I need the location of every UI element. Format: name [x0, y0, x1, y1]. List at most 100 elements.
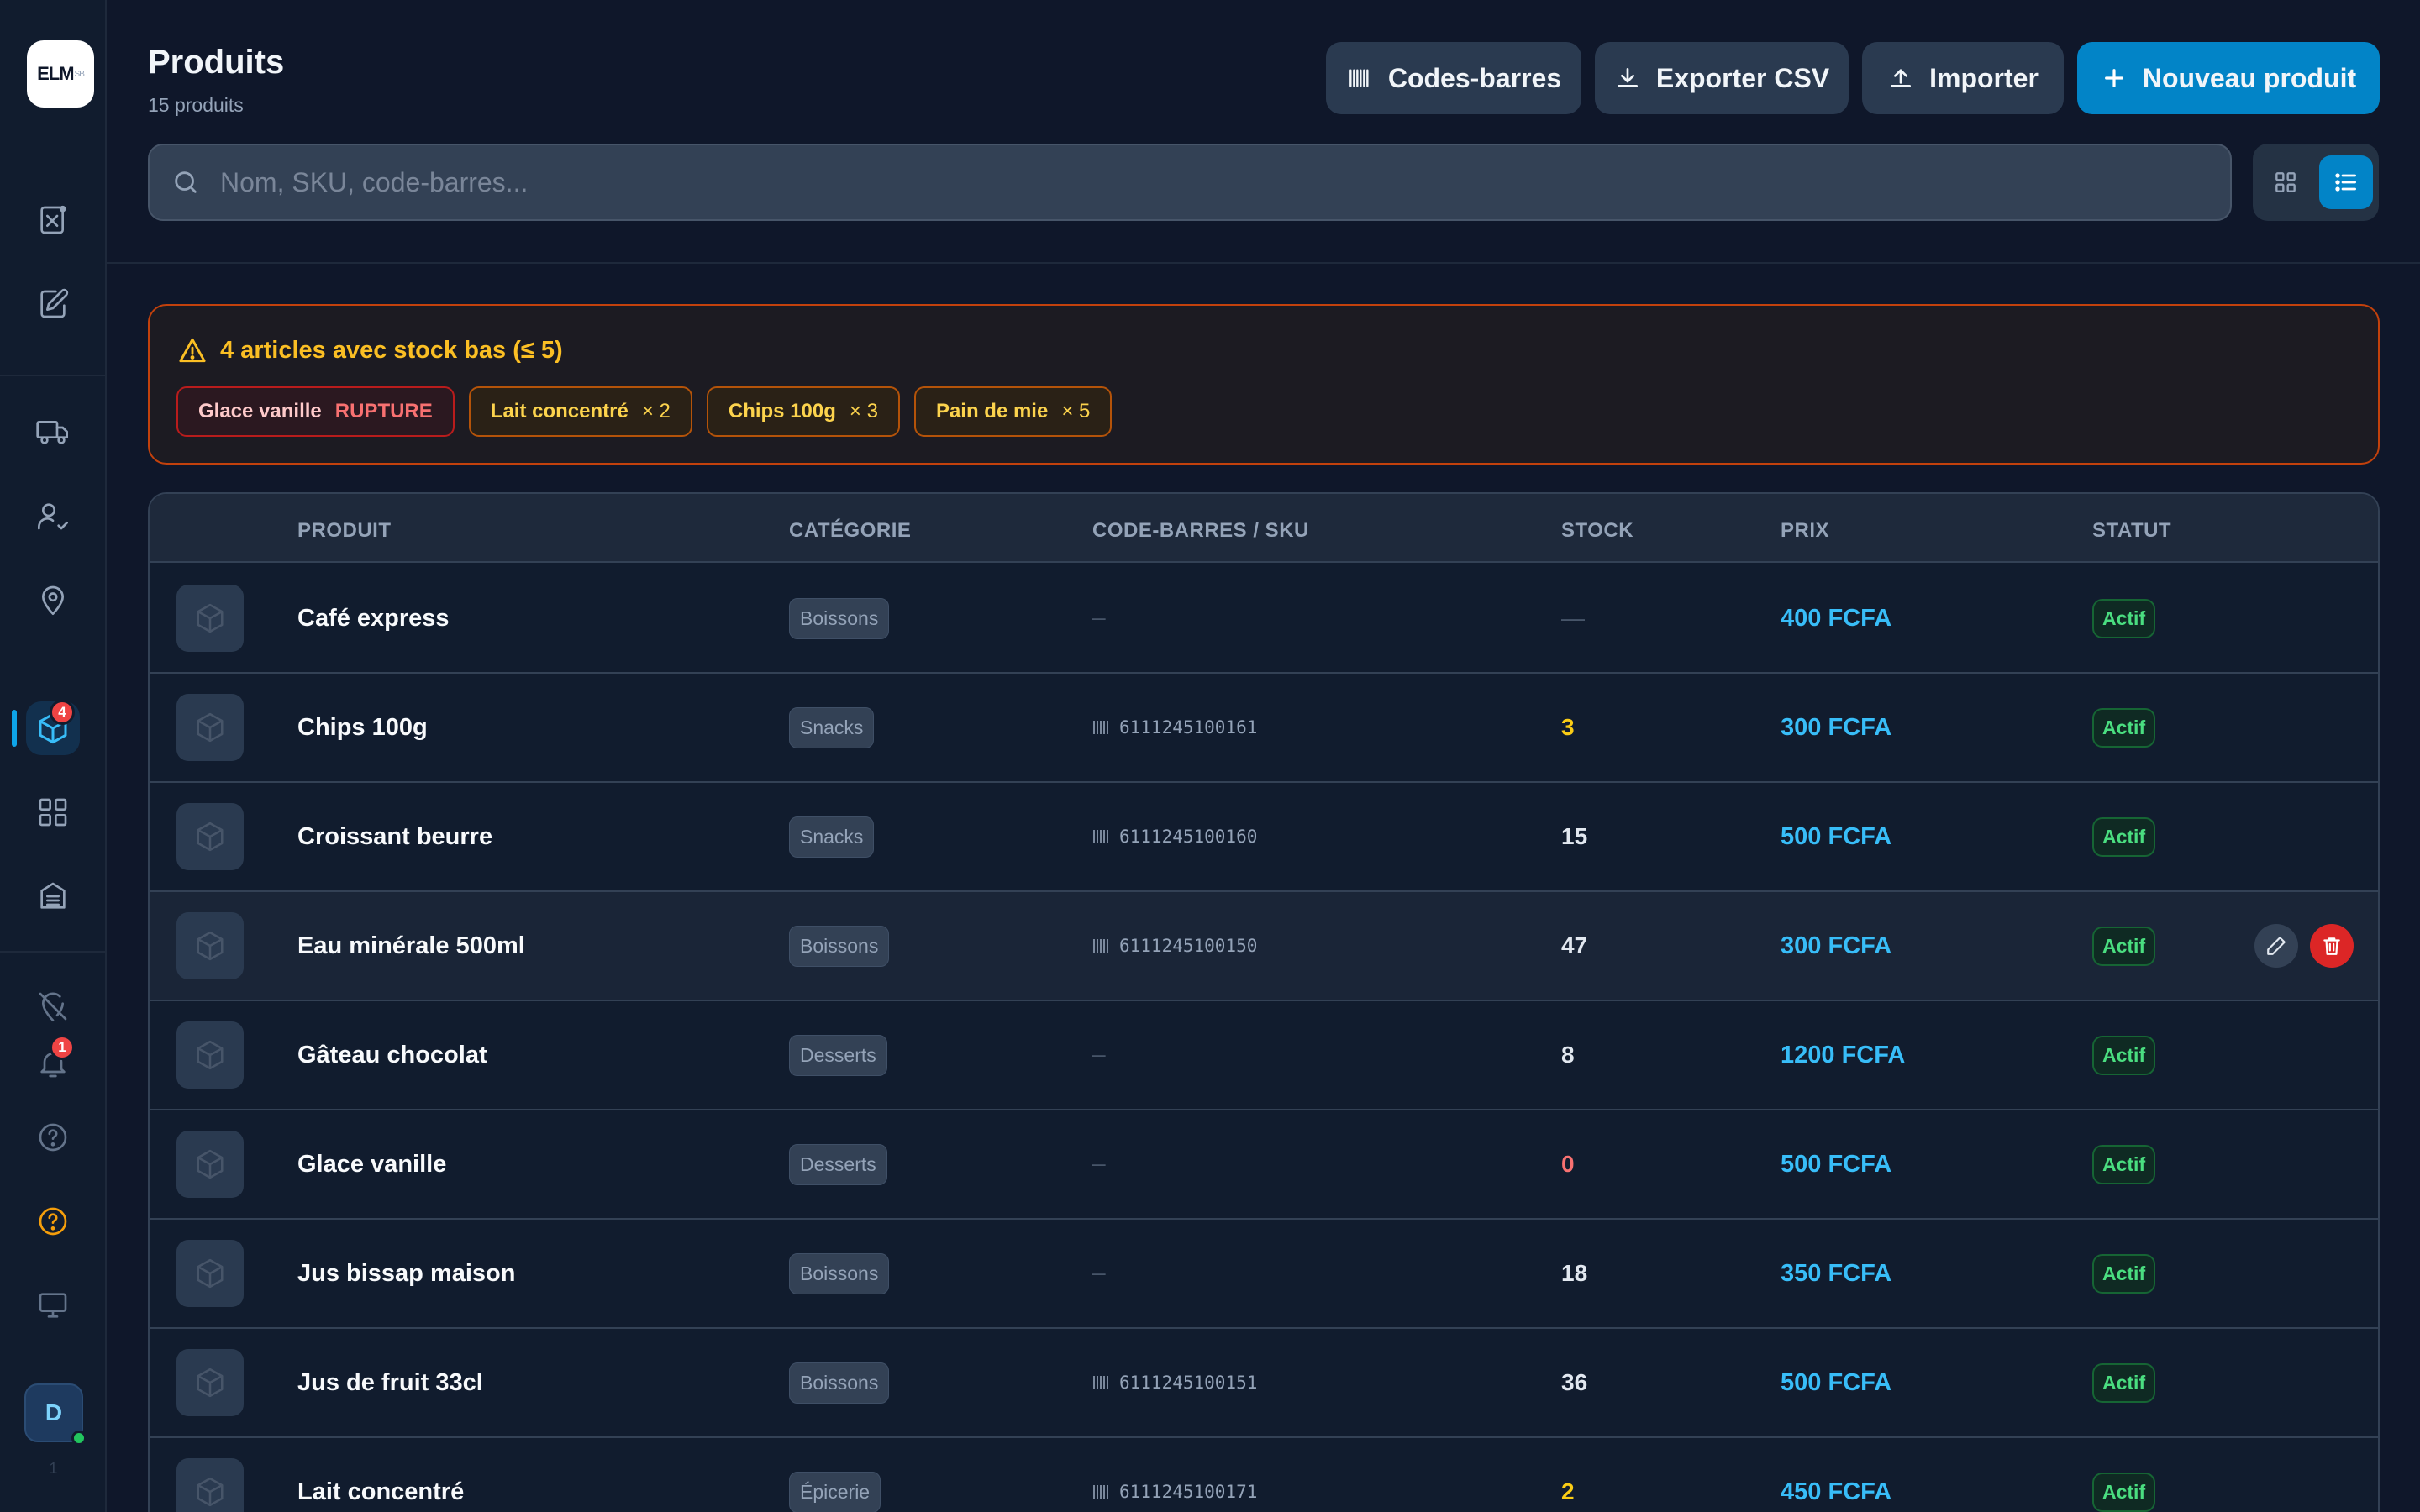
table-row[interactable]: Lait concentré Épicerie 6111245100171 2 450 … [150, 1438, 2378, 1512]
price-value: 1200 FCFA [1781, 1041, 1906, 1068]
search-icon [175, 171, 197, 193]
notifications-badge: 1 [50, 1035, 75, 1060]
edit-button[interactable] [2254, 924, 2298, 968]
map-pin-icon[interactable] [26, 573, 80, 627]
price-value: 500 FCFA [1781, 822, 1892, 850]
category-badge: Snacks [789, 816, 875, 858]
alert-title: 4 articles avec stock bas (≤ 5) [178, 336, 563, 365]
column-header-barcode[interactable]: CODE-BARRES / SKU [1092, 519, 1309, 543]
category-cell: Boissons [789, 1220, 890, 1327]
chip-name: Glace vanille [198, 400, 322, 423]
help-highlight-icon[interactable] [26, 1194, 80, 1248]
package-icon [194, 1367, 226, 1399]
chip-qty: × 2 [641, 400, 671, 423]
column-header-price[interactable]: PRIX [1781, 519, 1829, 543]
logo-text: ELM [37, 63, 74, 84]
table-row[interactable]: Café express Boissons — — 400 FCFA Actif [150, 564, 2378, 674]
warning-icon [179, 338, 206, 363]
sidebar-divider [0, 951, 107, 953]
low-stock-chip[interactable]: Lait concentré × 2 [468, 386, 692, 437]
barcode-icon [1349, 69, 1369, 87]
package-icon [194, 1039, 226, 1071]
search-bar[interactable] [148, 144, 2232, 221]
status-cell: Actif [2092, 1329, 2156, 1436]
new-product-button[interactable]: Nouveau produit [2077, 42, 2380, 114]
import-button[interactable]: Importer [1862, 42, 2064, 114]
table-row[interactable]: Croissant beurre Snacks 6111245100160 15 500… [150, 783, 2378, 892]
user-check-icon[interactable] [26, 489, 80, 543]
location-off-icon[interactable] [26, 979, 80, 1033]
product-thumbnail [176, 585, 244, 652]
bell-icon[interactable]: 1 [26, 1035, 80, 1090]
table-row[interactable]: Jus de fruit 33cl Boissons 6111245100151 36… [150, 1329, 2378, 1438]
table-row[interactable]: Chips 100g Snacks 6111245100161 3 300 FCFA Ac… [150, 674, 2378, 783]
status-cell: Actif [2092, 783, 2156, 890]
column-header-category[interactable]: CATÉGORIE [789, 519, 911, 543]
barcode-value: 6111245100151 [1119, 1373, 1258, 1393]
trash-icon [2321, 935, 2343, 957]
price-value: 300 FCFA [1781, 932, 1892, 959]
product-thumbnail [176, 1458, 244, 1512]
archive-icon[interactable] [26, 869, 80, 923]
logo-suffix: SB [74, 69, 85, 79]
category-badge: Desserts [789, 1034, 887, 1076]
product-thumbnail [176, 1131, 244, 1198]
products-table: PRODUIT CATÉGORIE CODE-BARRES / SKU STOC… [148, 492, 2380, 1512]
table-row[interactable]: Eau minérale 500ml Boissons 6111245100150 4… [150, 892, 2378, 1001]
barcode-empty: — [1092, 1042, 1106, 1068]
table-header: PRODUIT CATÉGORIE CODE-BARRES / SKU STOC… [150, 494, 2378, 563]
category-cell: Boissons [789, 892, 890, 1000]
edit-document-icon[interactable] [26, 277, 80, 331]
product-count: 15 produits [148, 94, 244, 116]
category-cell: Desserts [789, 1110, 887, 1218]
category-badge: Boissons [789, 597, 890, 639]
status-badge: Actif [2092, 1253, 2156, 1294]
chip-qty: × 5 [1061, 400, 1091, 423]
search-input[interactable] [220, 166, 2230, 198]
help-icon[interactable] [26, 1110, 80, 1164]
list-view-button[interactable] [2319, 155, 2373, 209]
status-badge: Actif [2092, 926, 2156, 966]
grid-view-button[interactable] [2259, 155, 2312, 209]
product-thumbnail [176, 1021, 244, 1089]
avatar[interactable]: D [24, 1383, 87, 1446]
list-view-icon [2335, 173, 2356, 192]
app-logo[interactable]: ELM SB [27, 40, 94, 108]
product-name: Eau minérale 500ml [297, 932, 525, 959]
delete-button[interactable] [2310, 924, 2354, 968]
column-header-product[interactable]: PRODUIT [297, 519, 392, 543]
barcode-cell: — [1092, 1220, 1106, 1327]
table-row[interactable]: Jus bissap maison Boissons — 18 350 FCFA Acti… [150, 1220, 2378, 1329]
truck-icon[interactable] [26, 405, 80, 459]
monitor-icon[interactable] [26, 1278, 80, 1332]
barcodes-button[interactable]: Codes-barres [1326, 42, 1581, 114]
table-row[interactable]: Gâteau chocolat Desserts — 8 1200 FCFA Actif [150, 1001, 2378, 1110]
low-stock-chip[interactable]: Chips 100g × 3 [706, 386, 900, 437]
column-header-stock[interactable]: STOCK [1561, 519, 1634, 543]
chip-name: Chips 100g [728, 400, 836, 423]
stock-value: 47 [1561, 932, 1588, 958]
header-divider [107, 262, 2420, 264]
grid-icon[interactable] [26, 785, 80, 839]
package-icon [194, 1476, 226, 1508]
table-row[interactable]: Glace vanille Desserts — 0 500 FCFA Actif [150, 1110, 2378, 1220]
product-thumbnail [176, 1240, 244, 1307]
stock-value: 8 [1561, 1042, 1575, 1068]
column-header-status[interactable]: STATUT [2092, 519, 2171, 543]
cube-icon[interactable]: 4 [26, 700, 80, 755]
price-value: 400 FCFA [1781, 604, 1892, 632]
export-csv-button[interactable]: Exporter CSV [1595, 42, 1849, 114]
low-stock-chip[interactable]: Glace vanille RUPTURE [176, 386, 455, 437]
price-value: 500 FCFA [1781, 1368, 1892, 1396]
low-stock-chip[interactable]: Pain de mie × 5 [913, 386, 1113, 437]
export-button-label: Exporter CSV [1655, 62, 1830, 93]
barcode-icon [1092, 828, 1111, 845]
barcode-empty: — [1092, 1261, 1106, 1286]
sidebar: ELM SB 4 1 D 1 [0, 0, 107, 1512]
sidebar-divider [0, 375, 107, 376]
status-cell: Actif [2092, 1220, 2156, 1327]
receipt-icon[interactable] [26, 193, 80, 247]
product-name: Glace vanille [297, 1150, 447, 1178]
plus-icon [2104, 69, 2123, 87]
status-cell: Actif [2092, 674, 2156, 781]
